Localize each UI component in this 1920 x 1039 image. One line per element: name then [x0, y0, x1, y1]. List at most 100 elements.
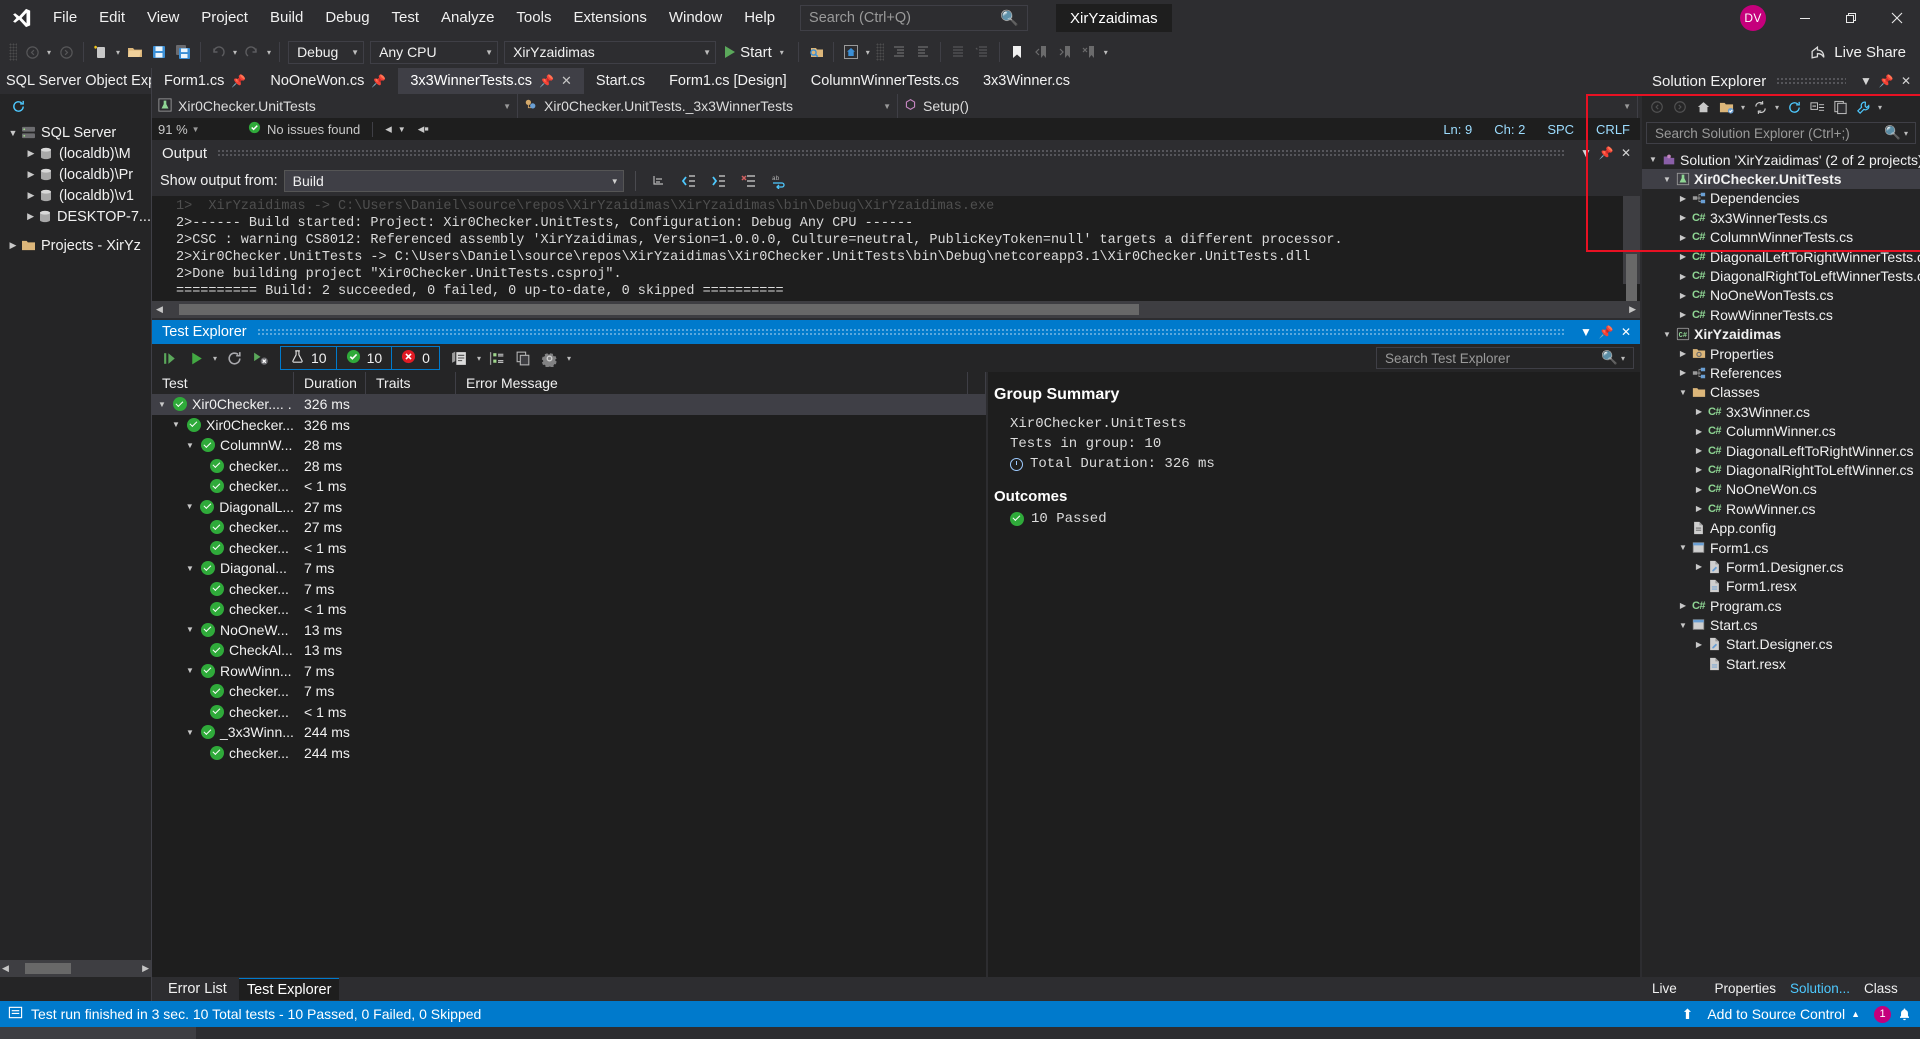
- expander-open-icon[interactable]: ▼: [1646, 155, 1660, 164]
- test-explorer-search-input[interactable]: Search Test Explorer 🔍 ▾: [1376, 347, 1634, 369]
- menu-view[interactable]: View: [136, 0, 190, 36]
- scroll-right-icon[interactable]: ▶: [142, 963, 149, 974]
- notifications-button[interactable]: 1: [1874, 1005, 1912, 1023]
- output-vscrollbar[interactable]: [1623, 196, 1640, 301]
- tree-node-columnwinnertests-cs[interactable]: ▶ C# ColumnWinnerTests.cs: [1642, 228, 1920, 247]
- repeat-run-icon[interactable]: [222, 346, 246, 370]
- expander-open-icon[interactable]: ▼: [1676, 388, 1690, 397]
- redo-icon[interactable]: [240, 40, 264, 64]
- scroll-left-icon[interactable]: ◀: [152, 304, 163, 315]
- tree-node-form1-cs[interactable]: ▼ Form1.cs: [1642, 538, 1920, 557]
- column-header-test[interactable]: Test: [152, 372, 294, 394]
- next-bookmark-icon[interactable]: [1053, 40, 1077, 64]
- collapse-all-icon[interactable]: [1806, 96, 1828, 118]
- tree-node-references[interactable]: ▶ References: [1642, 363, 1920, 382]
- scroll-left-icon[interactable]: ◀: [2, 963, 9, 974]
- chevron-down-icon[interactable]: ▾: [1901, 129, 1911, 138]
- menu-tools[interactable]: Tools: [505, 0, 562, 36]
- drag-handle[interactable]: [256, 328, 1566, 336]
- type-navigation-combo[interactable]: Xir0Checker.UnitTests._3x3WinnerTests ▼: [518, 94, 898, 118]
- table-row[interactable]: ▼ NoOneW... 13 ms: [152, 620, 986, 641]
- publish-arrow-icon[interactable]: ⬆: [1682, 1006, 1694, 1023]
- chevron-down-icon[interactable]: ▾: [474, 354, 484, 363]
- home-icon[interactable]: [839, 40, 863, 64]
- navigate-back-icon[interactable]: [20, 40, 44, 64]
- add-to-source-control-button[interactable]: Add to Source Control ▲: [1707, 1006, 1860, 1022]
- pin-icon[interactable]: 📌: [539, 74, 554, 88]
- tree-node-diagonalrighttoleftwinnertests-cs[interactable]: ▶ C# DiagonalRightToLeftWinnerTests.cs: [1642, 266, 1920, 285]
- expander-closed-icon[interactable]: ▶: [1692, 640, 1706, 649]
- column-header-traits[interactable]: Traits: [366, 372, 456, 394]
- expander-closed-icon[interactable]: ▶: [1676, 194, 1690, 203]
- table-row[interactable]: ▼ ColumnW... 28 ms: [152, 435, 986, 456]
- show-all-files-icon[interactable]: [1829, 96, 1851, 118]
- scroll-thumb[interactable]: [1626, 254, 1637, 301]
- group-by-icon[interactable]: [486, 346, 510, 370]
- search-icon[interactable]: 🔍: [1884, 125, 1901, 141]
- next-issue[interactable]: ◂▪: [412, 121, 435, 137]
- sql-tree-node[interactable]: ▶ Projects - XirYz: [0, 235, 151, 256]
- menu-analyze[interactable]: Analyze: [430, 0, 505, 36]
- tree-node-dependencies[interactable]: ▶ Dependencies: [1642, 189, 1920, 208]
- new-project-icon[interactable]: [89, 40, 113, 64]
- project-navigation-combo[interactable]: Xir0Checker.UnitTests ▼: [152, 94, 518, 118]
- pending-changes-icon[interactable]: [1715, 96, 1737, 118]
- tab-3x3winnertests-cs[interactable]: 3x3WinnerTests.cs 📌 ✕: [398, 68, 584, 94]
- tab-live-share[interactable]: Live Share: [1646, 978, 1706, 1018]
- toggle-word-wrap-icon[interactable]: ab: [767, 169, 791, 193]
- chevron-down-icon[interactable]: ▾: [777, 48, 787, 57]
- tree-node-nooneWon-cs[interactable]: ▶ C# NoOneWon.cs: [1642, 480, 1920, 499]
- sql-tree-node[interactable]: ▶ (localdb)\v1: [0, 185, 151, 206]
- expander-closed-icon[interactable]: ▶: [1692, 504, 1706, 513]
- sql-tree-node[interactable]: ▶ (localdb)\M: [0, 143, 151, 164]
- tree-node-xir0checker-unittests[interactable]: ▼ Xir0Checker.UnitTests: [1642, 169, 1920, 189]
- search-icon[interactable]: 🔍: [1601, 350, 1618, 366]
- tab-solution-explorer[interactable]: Solution...: [1784, 978, 1856, 1000]
- expander-closed-icon[interactable]: ▶: [1676, 213, 1690, 222]
- table-row[interactable]: checker... 7 ms: [152, 579, 986, 600]
- expander-closed-icon[interactable]: ▶: [1692, 407, 1706, 416]
- tree-node-start-cs[interactable]: ▼ Start.cs: [1642, 615, 1920, 634]
- home-icon[interactable]: [1692, 96, 1714, 118]
- expander-closed-icon[interactable]: ▶: [24, 169, 38, 180]
- pin-icon[interactable]: 📌: [1596, 321, 1616, 343]
- column-header-duration[interactable]: Duration: [294, 372, 366, 394]
- tree-node-diagonallefttorightwinner-cs[interactable]: ▶ C# DiagonalLeftToRightWinner.cs: [1642, 441, 1920, 460]
- solution-explorer-search-input[interactable]: Search Solution Explorer (Ctrl+;) 🔍 ▾: [1646, 122, 1916, 144]
- tree-node-properties[interactable]: ▶ Properties: [1642, 344, 1920, 363]
- previous-bookmark-icon[interactable]: [1029, 40, 1053, 64]
- settings-gear-icon[interactable]: [538, 346, 562, 370]
- sql-tree-node[interactable]: ▶ DESKTOP-7...: [0, 206, 151, 227]
- chevron-down-icon[interactable]: ▼: [192, 125, 200, 134]
- table-row[interactable]: checker... < 1 ms: [152, 702, 986, 723]
- sql-tree-node[interactable]: ▼ SQL Server: [0, 122, 151, 143]
- open-file-icon[interactable]: [123, 40, 147, 64]
- tab-form1-cs[interactable]: Form1.cs 📌: [152, 68, 259, 94]
- total-tests-count[interactable]: 10: [281, 347, 336, 369]
- expander-closed-icon[interactable]: ▶: [24, 148, 38, 159]
- show-output-from-combo[interactable]: Build ▼: [283, 170, 624, 192]
- expander-closed-icon[interactable]: ▶: [6, 240, 20, 251]
- expander-open-icon[interactable]: ▼: [1660, 330, 1674, 339]
- expander-closed-icon[interactable]: ▶: [1676, 252, 1690, 261]
- refresh-icon[interactable]: [6, 94, 30, 118]
- go-to-previous-message-icon[interactable]: [677, 169, 701, 193]
- close-icon[interactable]: [1874, 0, 1920, 36]
- save-all-icon[interactable]: [171, 40, 195, 64]
- passed-tests-count[interactable]: 10: [335, 347, 392, 369]
- chevron-down-icon[interactable]: ▾: [1738, 103, 1748, 112]
- navigate-forward-icon[interactable]: [54, 40, 78, 64]
- close-icon[interactable]: ✕: [1896, 70, 1916, 92]
- chevron-down-icon[interactable]: ▼: [1613, 102, 1631, 111]
- table-row[interactable]: ▼ DiagonalL... 27 ms: [152, 497, 986, 518]
- pane-dropdown-icon[interactable]: ▼: [1856, 70, 1876, 92]
- previous-issue-icon[interactable]: ◂: [385, 121, 392, 137]
- expander-closed-icon[interactable]: ▶: [1692, 446, 1706, 455]
- forward-icon[interactable]: [1669, 96, 1691, 118]
- tab-error-list[interactable]: Error List: [160, 978, 235, 1000]
- expander-open-icon[interactable]: ▼: [184, 625, 196, 634]
- toolbar-grip[interactable]: [9, 43, 17, 61]
- indent-right-icon[interactable]: [911, 40, 935, 64]
- tree-node-classes-folder[interactable]: ▼ Classes: [1642, 383, 1920, 402]
- avatar[interactable]: DV: [1740, 5, 1766, 31]
